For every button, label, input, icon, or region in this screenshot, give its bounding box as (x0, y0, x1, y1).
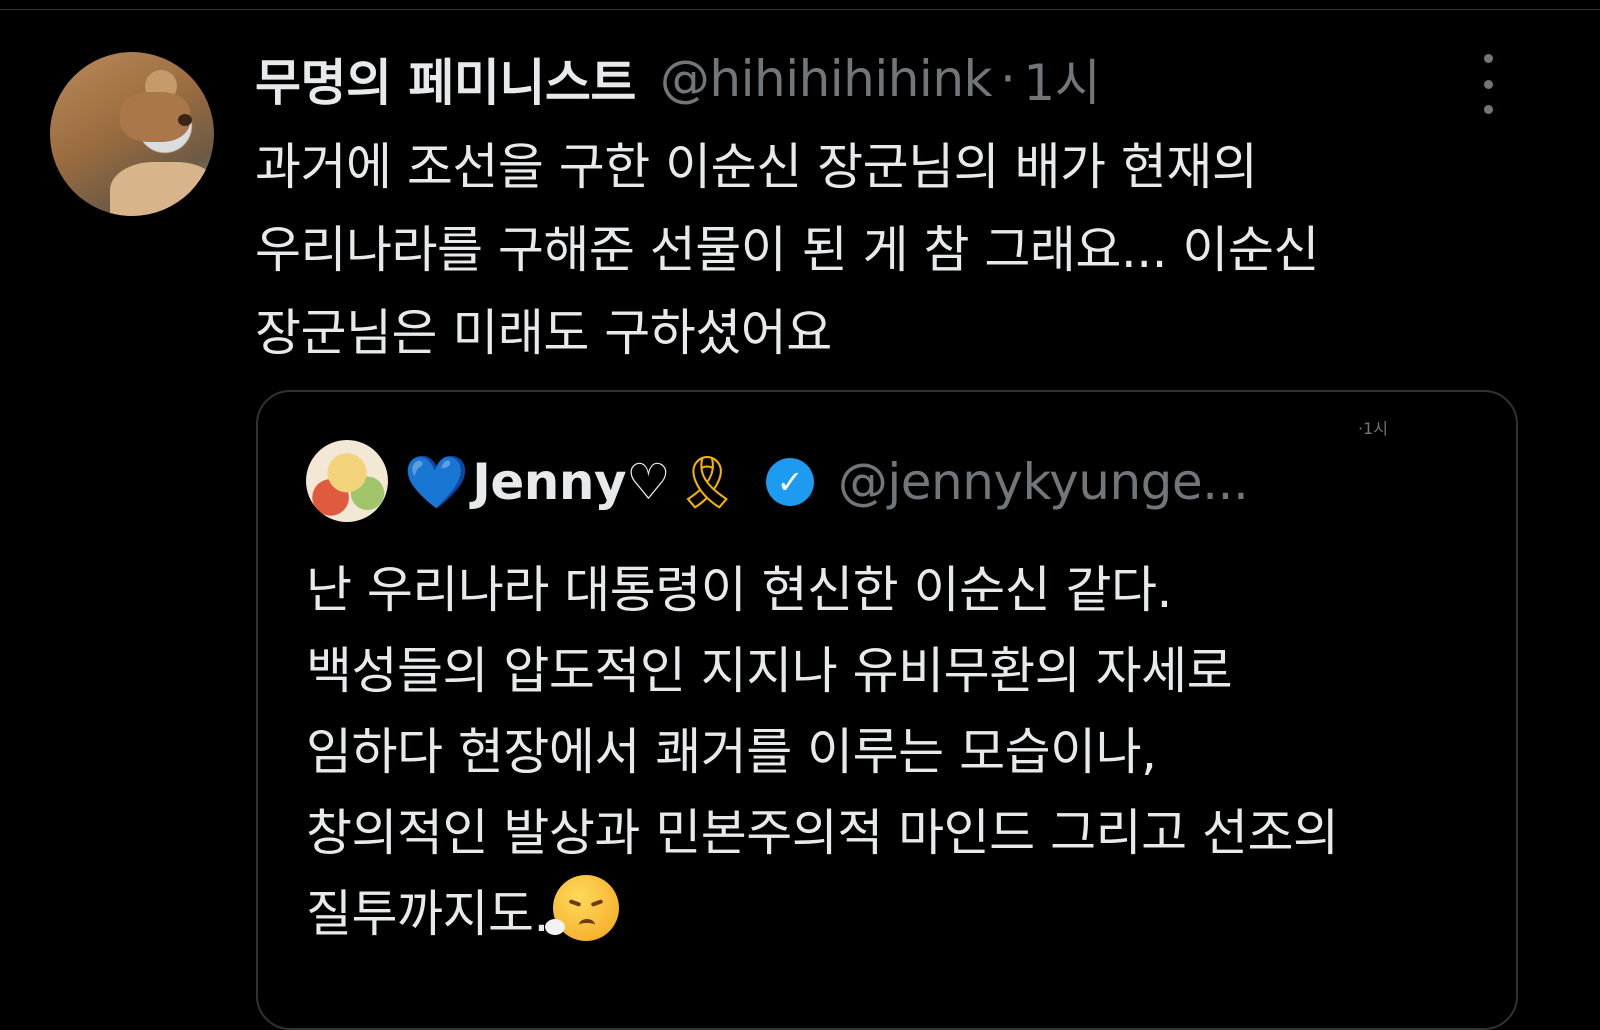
more-options-button[interactable] (1470, 54, 1506, 114)
quoted-text-line: 임하다 현장에서 쾌거를 이루는 모습이나, (306, 723, 1157, 781)
emoji-puff (544, 919, 565, 935)
author-avatar[interactable] (50, 52, 214, 216)
post-text-line: 과거에 조선을 구한 이순신 장군님의 배가 현재의 (255, 138, 1258, 196)
ribbon-icon: 🎗 (674, 452, 740, 513)
post-header: 무명의 페미니스트 @hihihihihink · 1시 (255, 43, 1101, 115)
verified-badge-icon: ✓ (765, 458, 814, 506)
post-text: 과거에 조선을 구한 이순신 장군님의 배가 현재의 우리나라를 구해준 선물이… (255, 126, 1485, 375)
avatar-body (110, 162, 214, 216)
quoted-text-line: 창의적인 발상과 민본주의적 마인드 그리고 선조의 (306, 804, 1339, 862)
separator-dot: · (999, 50, 1016, 108)
quoted-text-line-last: 질투까지도. (306, 874, 1486, 955)
more-vertical-icon (1483, 79, 1493, 89)
quoted-post-card[interactable]: 💙 Jenny♡ 🎗 ✓ @jennykyunge... ·1시 난 우리나라 … (256, 390, 1518, 1030)
quoted-text-line: 난 우리나라 대통령이 현신한 이순신 같다. (306, 561, 1172, 619)
quoted-author-handle[interactable]: @jennykyunge... (838, 453, 1249, 511)
quoted-post-timestamp[interactable]: ·1시 (1358, 392, 1388, 462)
quoted-post-header: 💙 Jenny♡ 🎗 ✓ @jennykyunge... (404, 447, 1249, 517)
face-exhaling-icon (544, 875, 619, 941)
more-vertical-icon (1483, 105, 1493, 114)
post-text-line: 우리나라를 구해준 선물이 된 게 참 그래요... 이순신 (255, 221, 1319, 279)
top-divider (0, 9, 1600, 10)
quoted-text-line: 백성들의 압도적인 지지나 유비무환의 자세로 (306, 642, 1233, 700)
avatar-nose (178, 114, 192, 126)
emoji-mouth (578, 919, 595, 931)
quoted-post-text: 난 우리나라 대통령이 현신한 이순신 같다. 백성들의 압도적인 지지나 유비… (306, 550, 1486, 955)
more-vertical-icon (1483, 54, 1493, 63)
quoted-author-display-name[interactable]: Jenny♡ (472, 453, 671, 511)
author-display-name[interactable]: 무명의 페미니스트 (255, 43, 636, 115)
post-timestamp[interactable]: 1시 (1023, 43, 1100, 115)
author-handle[interactable]: @hihihihihink (660, 50, 993, 108)
quoted-text-line: 질투까지도. (306, 885, 549, 943)
post-text-line: 장군님은 미래도 구하셨어요 (255, 304, 832, 362)
quoted-author-avatar[interactable] (306, 440, 388, 522)
blue-heart-icon: 💙 (404, 452, 469, 513)
